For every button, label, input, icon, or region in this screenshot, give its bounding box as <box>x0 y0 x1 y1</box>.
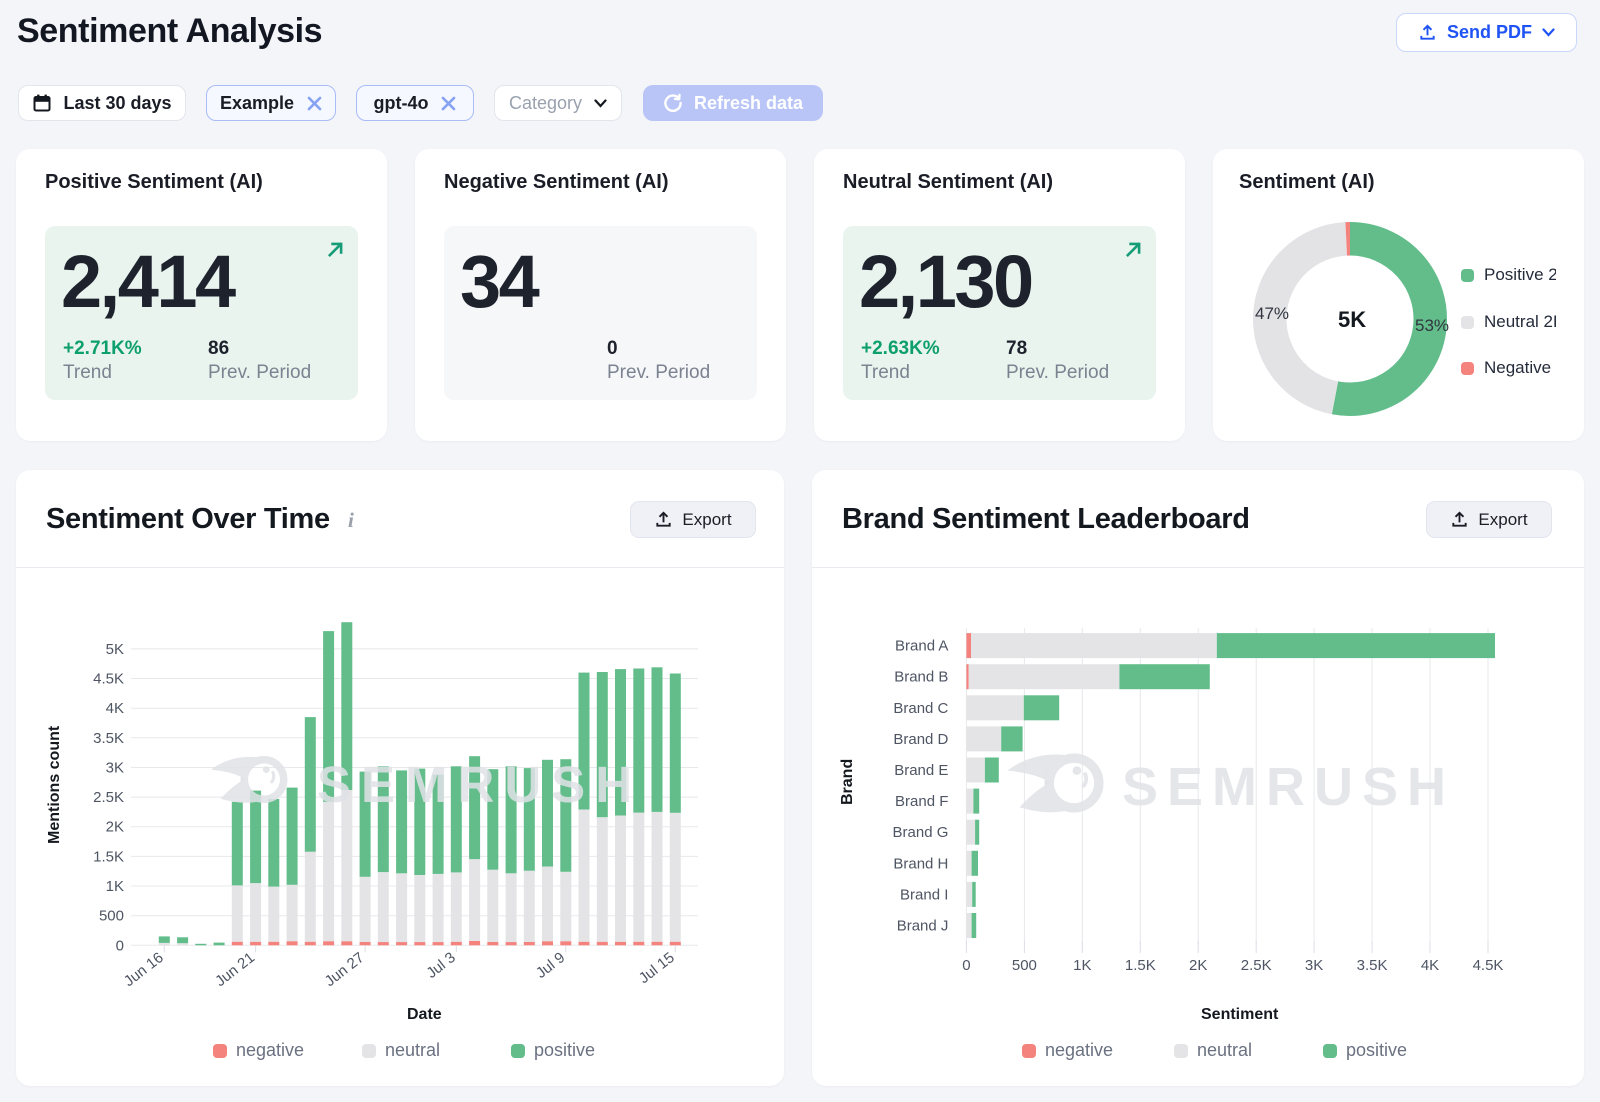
svg-text:1.5K: 1.5K <box>93 848 124 865</box>
svg-text:5K: 5K <box>106 641 124 658</box>
svg-text:Brand H: Brand H <box>893 855 948 872</box>
svg-text:4.5K: 4.5K <box>93 671 124 688</box>
svg-text:2.5K: 2.5K <box>93 789 124 806</box>
svg-text:Brand A: Brand A <box>895 638 948 655</box>
svg-text:3K: 3K <box>1305 957 1323 974</box>
svg-text:Brand B: Brand B <box>894 669 948 686</box>
svg-text:1K: 1K <box>106 878 124 895</box>
svg-text:Brand E: Brand E <box>894 762 948 779</box>
svg-text:Brand G: Brand G <box>893 824 949 841</box>
svg-text:Brand I: Brand I <box>900 886 948 903</box>
svg-text:Jul 3: Jul 3 <box>423 949 458 982</box>
svg-text:2.5K: 2.5K <box>1241 957 1272 974</box>
svg-text:500: 500 <box>99 908 124 925</box>
svg-text:3.5K: 3.5K <box>1357 957 1388 974</box>
svg-text:3.5K: 3.5K <box>93 730 124 747</box>
svg-text:Brand D: Brand D <box>893 731 948 748</box>
svg-text:4K: 4K <box>106 700 124 717</box>
svg-text:SEMRUSH: SEMRUSH <box>317 756 642 813</box>
svg-text:Jul 9: Jul 9 <box>533 949 568 982</box>
svg-text:Jun 27: Jun 27 <box>322 949 368 990</box>
svg-text:3K: 3K <box>106 760 124 777</box>
svg-text:Jun 16: Jun 16 <box>121 949 167 990</box>
svg-text:1.5K: 1.5K <box>1125 957 1156 974</box>
svg-text:Brand J: Brand J <box>897 918 949 935</box>
svg-text:500: 500 <box>1012 957 1037 974</box>
svg-text:SEMRUSH: SEMRUSH <box>1122 757 1455 817</box>
svg-text:4.5K: 4.5K <box>1473 957 1504 974</box>
svg-text:Brand F: Brand F <box>895 793 948 810</box>
svg-text:0: 0 <box>962 957 970 974</box>
svg-text:Jul 15: Jul 15 <box>636 949 678 987</box>
svg-text:Jun 21: Jun 21 <box>212 949 258 990</box>
svg-text:Brand C: Brand C <box>893 700 948 717</box>
svg-text:2K: 2K <box>1189 957 1207 974</box>
svg-text:0: 0 <box>116 937 124 954</box>
svg-text:4K: 4K <box>1421 957 1439 974</box>
svg-text:2K: 2K <box>106 819 124 836</box>
svg-text:1K: 1K <box>1073 957 1091 974</box>
